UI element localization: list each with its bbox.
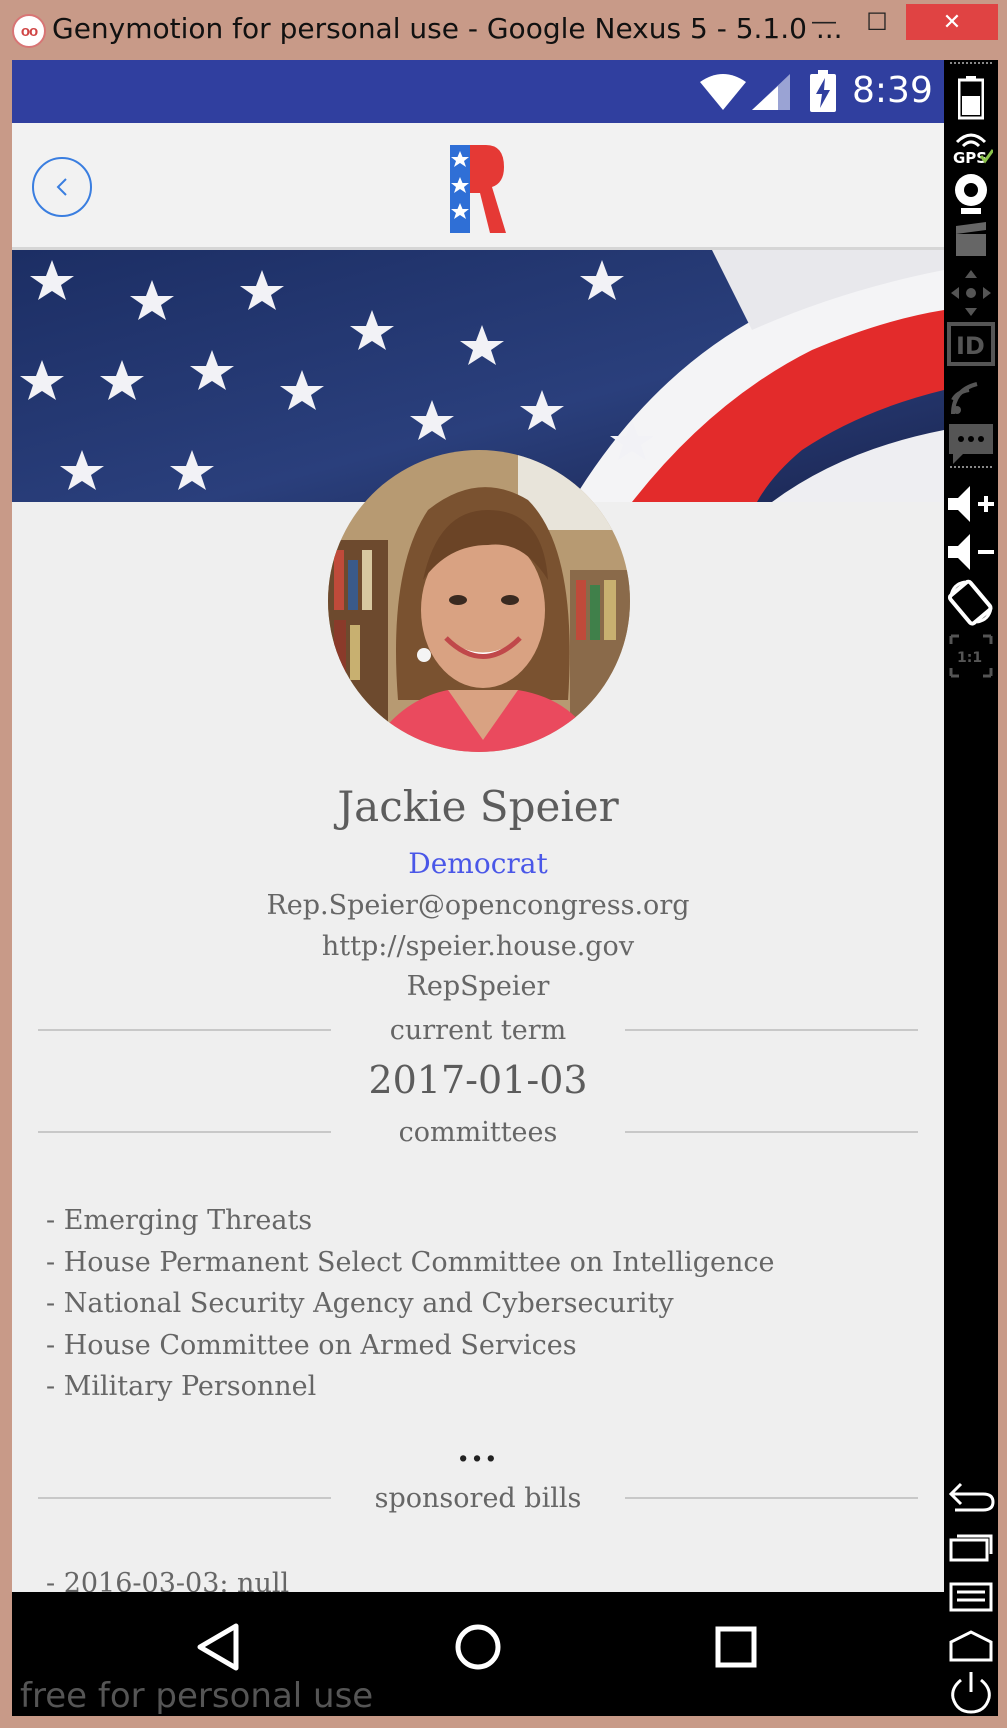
webcam-tool-button[interactable] (944, 172, 998, 216)
dpad-icon (951, 270, 991, 316)
power-button[interactable] (944, 1668, 998, 1716)
battery-icon (958, 76, 984, 120)
network-icon (951, 382, 978, 415)
current-term-heading: current term (389, 1015, 567, 1046)
email-link[interactable]: Rep.Speier@opencongress.org (12, 890, 944, 921)
window-bottom-border (0, 1716, 1007, 1728)
show-more-button[interactable]: ... (12, 1430, 944, 1470)
ratio-label: 1:1 (957, 650, 982, 666)
clapperboard-icon (956, 222, 986, 256)
phone-screen: 8:39 Jackie Speier Democrat Rep.Speier@o… (12, 60, 944, 1592)
portrait-image (328, 450, 630, 752)
message-icon (949, 424, 993, 464)
side-toolbar: GPS ID 1:1 (944, 60, 998, 1716)
brand-logo-icon (450, 145, 506, 233)
rotate-icon (947, 579, 993, 626)
genymotion-logo-icon: oo (12, 14, 46, 48)
volume-up-icon (948, 486, 994, 522)
gps-icon: GPS (953, 133, 993, 166)
committees-heading: committees (398, 1117, 558, 1148)
android-back-button[interactable] (944, 1480, 998, 1516)
recent-apps-icon (949, 1534, 993, 1562)
status-bar: 8:39 (12, 60, 944, 123)
android-recents-button[interactable] (944, 1528, 998, 1564)
menu-icon (949, 1582, 993, 1612)
minimize-button[interactable]: — (800, 4, 848, 40)
wifi-icon (700, 74, 746, 110)
id-label: ID (956, 332, 985, 360)
volume-down-button[interactable] (944, 532, 998, 572)
list-item: - National Security Agency and Cybersecu… (46, 1288, 674, 1319)
list-item: - Emerging Threats (46, 1205, 313, 1236)
triangle-back-icon[interactable] (194, 1622, 242, 1672)
watermark-text: free for personal use (20, 1676, 374, 1716)
party-label: Democrat (408, 847, 548, 880)
home-icon (949, 1630, 993, 1662)
rotate-button[interactable] (944, 578, 998, 626)
committee-list: - Emerging Threats - House Permanent Sel… (46, 1200, 774, 1408)
list-item: - House Permanent Select Committee on In… (46, 1246, 775, 1278)
website-link[interactable]: http://speier.house.gov (12, 931, 944, 962)
dpad-tool-button[interactable] (944, 268, 998, 318)
chevron-left-icon (56, 178, 67, 196)
toolbar-separator (950, 62, 992, 64)
device-id-tool-button[interactable]: ID (944, 322, 998, 366)
window-titlebar: oo Genymotion for personal use - Google … (0, 0, 1007, 60)
network-tool-button[interactable] (944, 376, 998, 416)
id-card-icon: ID (947, 322, 995, 366)
battery-tool-button[interactable] (944, 76, 998, 120)
list-item: - House Committee on Armed Services (46, 1329, 577, 1361)
twitter-handle[interactable]: RepSpeier (12, 971, 944, 1002)
window-title: Genymotion for personal use - Google Nex… (52, 12, 843, 45)
navigation-bar: free for personal use (12, 1592, 944, 1716)
screencast-tool-button[interactable] (944, 220, 998, 260)
power-icon (951, 1672, 991, 1714)
volume-up-button[interactable] (944, 484, 998, 524)
list-item: - Military Personnel (46, 1371, 317, 1402)
circle-home-icon[interactable] (454, 1622, 502, 1672)
scale-icon: 1:1 (949, 634, 993, 678)
close-button[interactable]: ✕ (906, 4, 998, 40)
maximize-button[interactable]: ☐ (853, 4, 901, 40)
back-button[interactable] (32, 157, 92, 217)
list-item: - 2016-03-03: null (46, 1568, 290, 1592)
webcam-icon (955, 174, 987, 214)
term-date: 2017-01-03 (368, 1058, 588, 1102)
signal-icon (752, 74, 790, 110)
sponsored-bills-heading: sponsored bills (374, 1483, 582, 1514)
status-clock: 8:39 (852, 70, 933, 111)
battery-charging-icon (810, 70, 836, 112)
pixel-perfect-button[interactable]: 1:1 (944, 632, 998, 680)
representative-photo (328, 450, 630, 752)
app-bar (12, 123, 944, 250)
android-menu-button[interactable] (944, 1578, 998, 1614)
android-home-button[interactable] (944, 1628, 998, 1664)
volume-down-icon (948, 534, 994, 570)
gps-tool-button[interactable]: GPS (944, 126, 998, 166)
toolbar-separator (950, 466, 992, 468)
square-recents-icon[interactable] (712, 1622, 760, 1672)
representative-name: Jackie Speier (337, 782, 619, 831)
sms-tool-button[interactable] (944, 422, 998, 466)
back-arrow-icon (948, 1482, 995, 1512)
